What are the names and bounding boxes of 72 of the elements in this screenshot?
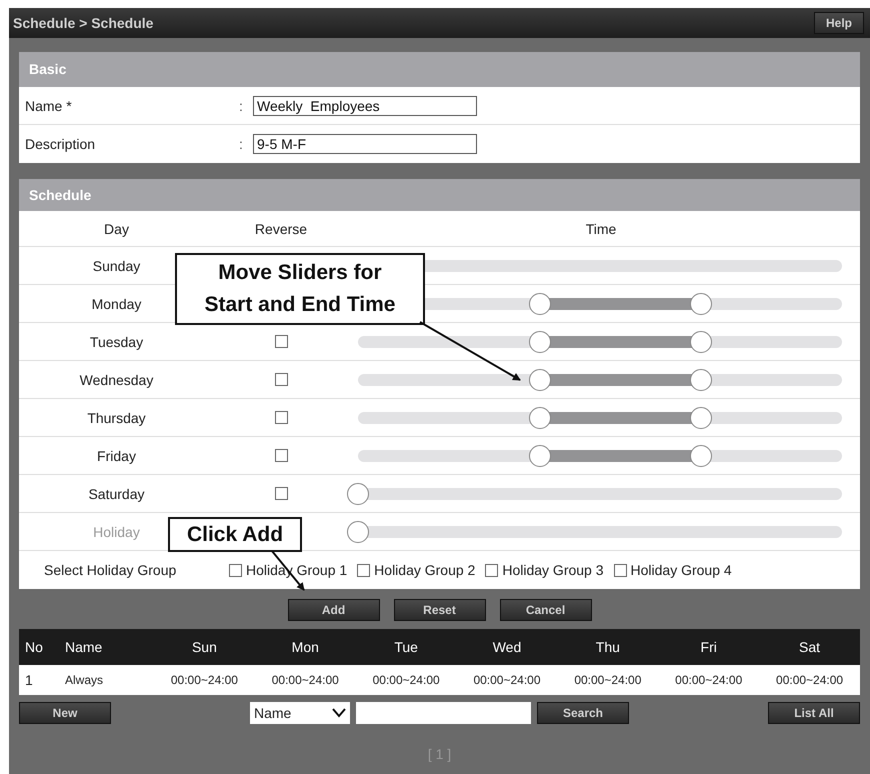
input-field[interactable]: Weekly Employees [253, 96, 477, 116]
input-field[interactable]: 9-5 M-F [253, 134, 477, 154]
checkbox[interactable] [274, 335, 288, 348]
checkbox[interactable] [274, 411, 288, 424]
section-header: Schedule [19, 179, 860, 211]
table-cell-text: 00:00~24:00 [573, 673, 642, 687]
day-label: Friday [96, 448, 137, 464]
checkbox[interactable] [274, 373, 288, 386]
checkbox[interactable] [357, 564, 370, 576]
column-header: Name [64, 639, 104, 655]
chevron-icon [332, 708, 346, 718]
new-button[interactable]: New [19, 702, 111, 724]
table-cell-text: 00:00~24:00 [472, 673, 542, 687]
callout-tooltip: Move Sliders for Start and End Time [175, 253, 425, 325]
slider-handle[interactable] [528, 368, 551, 390]
search-button[interactable]: Search [537, 702, 629, 724]
checkbox[interactable] [274, 487, 288, 500]
checkbox-label: Holiday Group 3 [502, 562, 604, 578]
table-cell-text: 00:00~24:00 [170, 673, 239, 687]
column-header: No [24, 639, 44, 655]
slider-handle[interactable] [690, 292, 712, 314]
table-cell-text: 00:00~24:00 [372, 673, 441, 687]
slider-handle[interactable] [528, 292, 551, 314]
column-header: Thu [594, 639, 621, 655]
field-label: Name * [25, 98, 73, 114]
search-field[interactable] [356, 702, 531, 724]
column-header: Sat [798, 639, 822, 655]
slider-handle[interactable] [528, 406, 551, 428]
help-button[interactable]: Help [814, 12, 864, 34]
search-by-dropdown[interactable]: Name [250, 702, 350, 724]
callout-tooltip: Click Add [168, 517, 302, 552]
column-header: Tue [393, 639, 419, 655]
column-header: Day [103, 220, 130, 236]
slider-handle[interactable] [690, 406, 712, 428]
column-header: Fri [700, 639, 718, 655]
action-button[interactable]: Cancel [500, 599, 592, 621]
field-label: Description [25, 136, 96, 152]
column-header: Mon [290, 639, 320, 655]
column-header: Wed [492, 639, 522, 655]
slider-handle[interactable] [690, 368, 712, 390]
table-cell-text: 00:00~24:00 [775, 673, 844, 687]
table-cell-text: 1 [24, 672, 34, 688]
checkbox[interactable] [274, 449, 288, 462]
checkbox-label: Holiday Group 4 [630, 562, 732, 578]
checkbox[interactable] [485, 564, 498, 576]
day-label: Tuesday [88, 334, 144, 350]
breadcrumb: Schedule > Schedule [13, 15, 154, 31]
slider-handle[interactable] [346, 482, 368, 504]
slider-handle[interactable] [528, 330, 551, 352]
slider-handle[interactable] [528, 444, 551, 466]
day-label: Wednesday [78, 372, 154, 388]
section-header: Basic [19, 52, 860, 87]
table-cell-text: Always [64, 673, 104, 687]
checkbox-label: Holiday Group 2 [374, 562, 476, 578]
table-cell-text: 00:00~24:00 [270, 673, 340, 687]
holiday-group-label: Select Holiday Group [44, 562, 178, 578]
day-label: Saturday [87, 486, 146, 502]
column-header: Sun [190, 639, 218, 655]
day-label: Sunday [92, 258, 142, 274]
slider-handle[interactable] [690, 444, 712, 466]
column-header: Reverse [254, 220, 308, 236]
action-button[interactable]: Reset [394, 599, 486, 621]
checkbox[interactable] [614, 564, 627, 576]
separator: : [239, 98, 244, 114]
day-label: Thursday [86, 410, 147, 426]
separator: : [239, 136, 244, 152]
column-header: Time [584, 220, 618, 236]
action-button[interactable]: Add [288, 599, 380, 621]
checkbox[interactable] [229, 564, 242, 576]
slider-handle[interactable] [690, 330, 712, 352]
table-cell-text: 00:00~24:00 [674, 673, 744, 687]
list-all-button[interactable]: List All [768, 702, 860, 724]
